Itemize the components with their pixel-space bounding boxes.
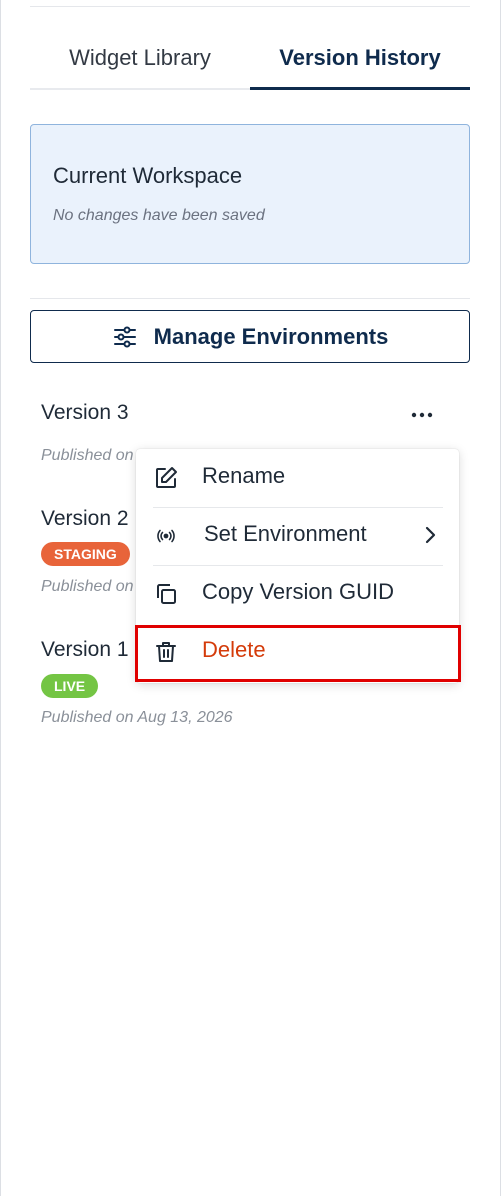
section-divider bbox=[30, 298, 470, 299]
broadcast-icon bbox=[153, 523, 179, 549]
copy-guid-label: Copy Version GUID bbox=[202, 579, 394, 604]
version-history-panel: Widget Library Version History Current W… bbox=[0, 0, 501, 1196]
copy-icon bbox=[153, 581, 179, 607]
version-3-date: Published on bbox=[41, 447, 134, 464]
tab-widget-library[interactable]: Widget Library bbox=[30, 36, 250, 86]
rename-label: Rename bbox=[202, 463, 286, 488]
manage-environments-label: Manage Environments bbox=[153, 323, 389, 349]
set-environment-label: Set Environment bbox=[204, 521, 367, 546]
version-2-title[interactable]: Version 2 bbox=[41, 507, 129, 531]
top-divider bbox=[30, 6, 470, 7]
menu-item-copy-guid[interactable]: Copy Version GUID bbox=[136, 565, 459, 622]
version-1-date: Published on Aug 13, 2026 bbox=[41, 709, 233, 726]
live-badge: LIVE bbox=[41, 674, 99, 698]
trash-icon bbox=[153, 639, 179, 665]
version-1-title[interactable]: Version 1 bbox=[41, 638, 129, 662]
sliders-icon bbox=[112, 324, 138, 350]
active-tab-underline bbox=[250, 87, 470, 90]
version-2-date: Published on bbox=[41, 578, 134, 595]
menu-item-rename[interactable]: Rename bbox=[136, 449, 459, 506]
version-3-title[interactable]: Version 3 bbox=[41, 401, 129, 425]
current-workspace-card[interactable]: Current Workspace No changes have been s… bbox=[30, 124, 470, 264]
menu-item-set-environment[interactable]: Set Environment bbox=[136, 507, 459, 564]
more-options-icon[interactable] bbox=[407, 402, 437, 426]
workspace-title: Current Workspace bbox=[53, 163, 243, 188]
delete-label: Delete bbox=[202, 637, 266, 662]
staging-badge: STAGING bbox=[41, 542, 130, 566]
tab-version-history-label: Version History bbox=[279, 45, 441, 70]
chevron-right-icon bbox=[423, 525, 437, 545]
tab-bar: Widget Library Version History bbox=[30, 36, 470, 90]
manage-environments-button[interactable]: Manage Environments bbox=[30, 310, 470, 363]
version-context-menu: Rename Set Environment Copy Version GUID… bbox=[136, 449, 459, 683]
workspace-status: No changes have been saved bbox=[53, 207, 265, 224]
edit-icon bbox=[153, 465, 179, 491]
tab-version-history[interactable]: Version History bbox=[250, 36, 470, 90]
menu-item-delete[interactable]: Delete bbox=[136, 623, 459, 680]
